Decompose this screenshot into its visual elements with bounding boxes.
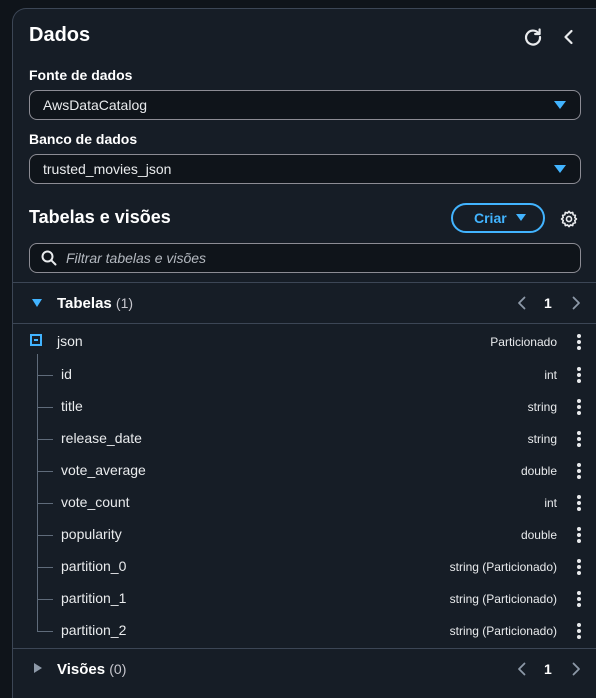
views-count: (0) <box>109 661 127 677</box>
column-row[interactable]: vote_average double <box>13 455 596 487</box>
more-options-icon[interactable] <box>577 431 581 447</box>
more-options-icon[interactable] <box>577 559 581 575</box>
more-options-icon[interactable] <box>577 495 581 511</box>
tables-page-number[interactable]: 1 <box>544 295 552 311</box>
data-source-value: AwsDataCatalog <box>43 97 148 113</box>
search-icon <box>41 250 57 266</box>
column-row[interactable]: partition_2 string (Particionado) <box>13 615 596 647</box>
filter-tables-search[interactable] <box>29 243 581 273</box>
views-group-header[interactable]: Visões (0) 1 <box>13 649 596 689</box>
column-row[interactable]: partition_0 string (Particionado) <box>13 551 596 583</box>
column-name: vote_count <box>61 494 130 510</box>
more-options-icon[interactable] <box>577 591 581 607</box>
column-type: double <box>520 464 557 478</box>
column-name: partition_1 <box>61 590 127 606</box>
collapse-minus-icon[interactable] <box>30 334 42 346</box>
collapse-panel-icon[interactable] <box>559 27 579 47</box>
database-select[interactable]: trusted_movies_json <box>29 154 581 184</box>
column-name: vote_average <box>61 462 146 478</box>
more-options-icon[interactable] <box>577 399 581 415</box>
views-group-label: Visões (0) <box>57 661 126 678</box>
column-name: id <box>61 366 72 382</box>
chevron-down-icon <box>554 165 566 173</box>
column-row[interactable]: id int <box>13 359 596 391</box>
column-name: partition_0 <box>61 558 127 574</box>
database-label: Banco de dados <box>29 131 138 147</box>
more-options-icon[interactable] <box>577 334 581 350</box>
previous-page-icon[interactable] <box>516 295 528 311</box>
next-page-icon[interactable] <box>570 661 582 677</box>
column-name: popularity <box>61 526 122 542</box>
column-name: partition_2 <box>61 622 127 638</box>
views-page-number[interactable]: 1 <box>544 661 552 677</box>
column-type: double <box>520 528 557 542</box>
next-page-icon[interactable] <box>570 295 582 311</box>
chevron-down-icon <box>554 101 566 109</box>
more-options-icon[interactable] <box>577 527 581 543</box>
column-row[interactable]: title string <box>13 391 596 423</box>
panel-title: Dados <box>29 24 91 46</box>
previous-page-icon[interactable] <box>516 661 528 677</box>
more-options-icon[interactable] <box>577 367 581 383</box>
column-type: int <box>544 496 557 510</box>
tables-group-header[interactable]: Tabelas (1) 1 <box>13 283 596 323</box>
more-options-icon[interactable] <box>577 623 581 639</box>
data-source-select[interactable]: AwsDataCatalog <box>29 90 581 120</box>
database-value: trusted_movies_json <box>43 161 172 177</box>
create-button-label: Criar <box>474 210 507 226</box>
tables-count: (1) <box>115 295 134 311</box>
filter-input[interactable] <box>66 244 566 272</box>
data-panel: Dados Fonte de dados AwsDataCatalog Banc… <box>12 8 596 698</box>
table-type: Particionado <box>490 335 557 349</box>
column-name: title <box>61 398 83 414</box>
column-row[interactable]: partition_1 string (Particionado) <box>13 583 596 615</box>
refresh-icon[interactable] <box>523 27 543 47</box>
table-name: json <box>57 333 83 349</box>
data-source-label: Fonte de dados <box>29 67 133 83</box>
create-button[interactable]: Criar <box>451 203 545 233</box>
more-options-icon[interactable] <box>577 463 581 479</box>
column-type: int <box>544 368 557 382</box>
caret-down-icon <box>516 214 526 221</box>
column-type: string (Particionado) <box>449 560 557 574</box>
divider <box>13 323 596 324</box>
tables-group-title: Tabelas <box>57 295 112 312</box>
table-row[interactable]: json Particionado <box>13 326 596 358</box>
tables-group-label: Tabelas (1) <box>57 295 133 312</box>
tables-views-title: Tabelas e visões <box>29 207 171 227</box>
column-row[interactable]: vote_count int <box>13 487 596 519</box>
column-type: string (Particionado) <box>449 624 557 638</box>
caret-down-icon[interactable] <box>32 299 42 307</box>
column-type: string <box>527 432 557 446</box>
caret-right-icon[interactable] <box>34 663 42 673</box>
column-type: string <box>527 400 557 414</box>
settings-gear-icon[interactable] <box>560 210 578 228</box>
views-group-title: Visões <box>57 661 106 678</box>
column-row[interactable]: popularity double <box>13 519 596 551</box>
column-name: release_date <box>61 430 142 446</box>
column-type: string (Particionado) <box>449 592 557 606</box>
column-row[interactable]: release_date string <box>13 423 596 455</box>
